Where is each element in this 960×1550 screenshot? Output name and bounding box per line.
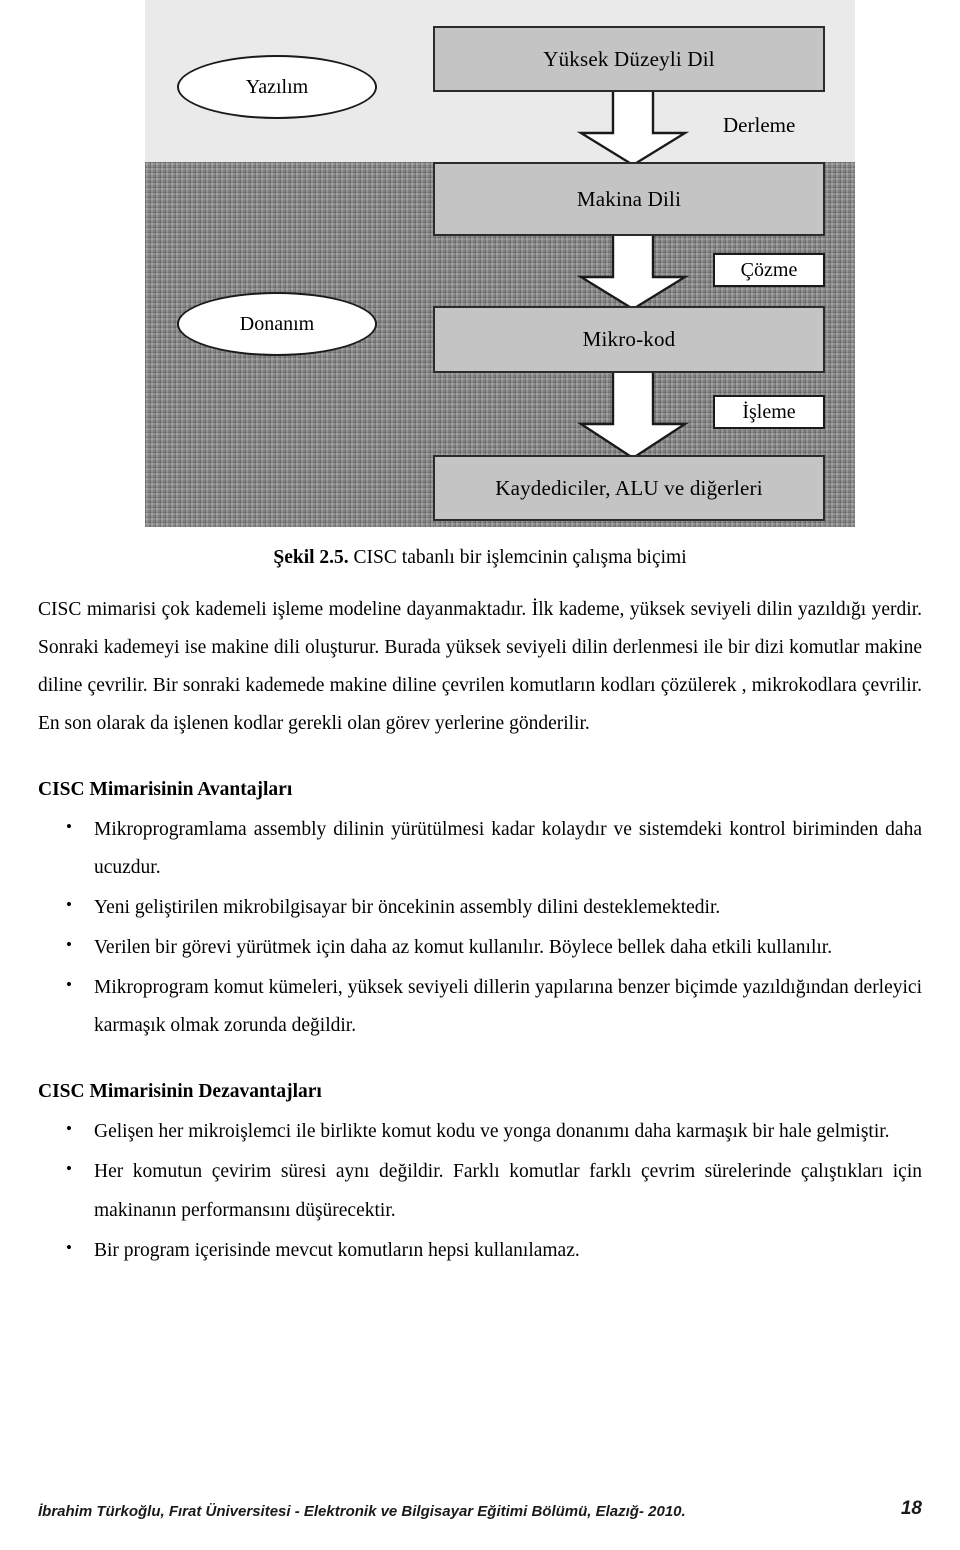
- document-content: Şekil 2.5. CISC tabanlı bir işlemcinin ç…: [38, 545, 922, 1272]
- transition-label-isleme: İşleme: [713, 395, 825, 429]
- heading-advantages: CISC Mimarisinin Avantajları: [38, 779, 293, 801]
- down-arrow-icon-compile: [575, 87, 691, 167]
- ellipse-yazilim: Yazılım: [177, 55, 377, 119]
- list-item: Mikroprogramlama assembly dilinin yürütü…: [66, 810, 922, 887]
- advantages-list: Mikroprogramlama assembly dilinin yürütü…: [38, 810, 922, 1045]
- transition-label-derleme: Derleme: [723, 113, 796, 137]
- disadvantages-list: Gelişen her mikroişlemci ile birlikte ko…: [38, 1112, 922, 1270]
- body-paragraph-1: CISC mimarisi çok kademeli işleme modeli…: [38, 599, 922, 735]
- list-item: Mikroprogram komut kümeleri, yüksek sevi…: [66, 968, 922, 1045]
- stage-label: Makina Dili: [576, 186, 682, 211]
- figure-cisc-processor-diagram: Yüksek Düzeyli Dil Makina Dili Mikro-kod…: [145, 0, 855, 527]
- ellipse-donanim: Donanım: [177, 292, 377, 356]
- list-item: Gelişen her mikroişlemci ile birlikte ko…: [66, 1112, 922, 1151]
- figure-caption-number: Şekil 2.5.: [273, 547, 349, 568]
- stage-box-kaydediciler-alu: Kaydediciler, ALU ve diğerleri: [433, 455, 825, 521]
- ellipse-label: Donanım: [239, 312, 315, 335]
- footer-page-number: 18: [900, 1498, 922, 1519]
- down-arrow-icon-decode: [575, 231, 691, 311]
- stage-label: Yüksek Düzeyli Dil: [543, 46, 715, 71]
- list-item: Verilen bir görevi yürütmek için daha az…: [66, 928, 922, 967]
- stage-box-mikro-kod: Mikro-kod: [433, 306, 825, 373]
- heading-disadvantages: CISC Mimarisinin Dezavantajları: [38, 1081, 322, 1103]
- figure-caption: Şekil 2.5. CISC tabanlı bir işlemcinin ç…: [38, 545, 922, 571]
- chip-label: Çözme: [740, 258, 798, 281]
- transition-label-cozme: Çözme: [713, 253, 825, 287]
- page-footer: İbrahim Türkoğlu, Fırat Üniversitesi - E…: [38, 1498, 922, 1520]
- list-item: Her komutun çevirim süresi aynı değildir…: [66, 1152, 922, 1229]
- down-arrow-icon-execute: [575, 368, 691, 460]
- stage-box-makina-dili: Makina Dili: [433, 162, 825, 236]
- stage-label: Kaydediciler, ALU ve diğerleri: [495, 475, 763, 500]
- figure-caption-text: CISC tabanlı bir işlemcinin çalışma biçi…: [353, 547, 687, 568]
- footer-attribution: İbrahim Türkoğlu, Fırat Üniversitesi - E…: [38, 1503, 686, 1520]
- list-item: Yeni geliştirilen mikrobilgisayar bir ön…: [66, 888, 922, 927]
- ellipse-label: Yazılım: [245, 75, 309, 98]
- stage-label: Mikro-kod: [582, 327, 676, 351]
- stage-box-yuksek-duzeyli-dil: Yüksek Düzeyli Dil: [433, 26, 825, 92]
- chip-label: İşleme: [742, 400, 796, 423]
- list-item: Bir program içerisinde mevcut komutların…: [66, 1231, 922, 1270]
